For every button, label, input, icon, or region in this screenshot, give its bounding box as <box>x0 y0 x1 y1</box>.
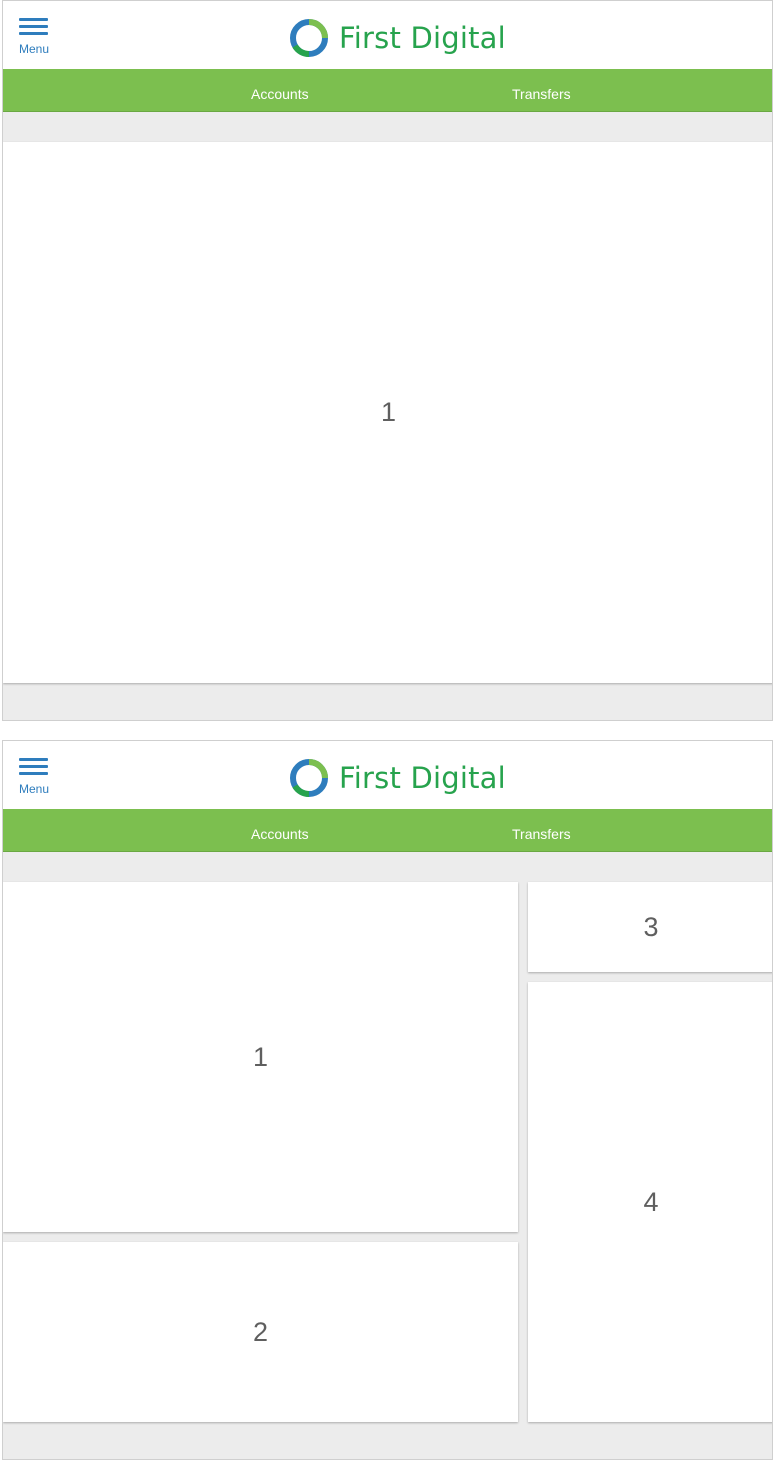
tile-1[interactable]: 1 <box>3 142 772 683</box>
screen-single-tile-layout: Menu First Digital Accounts Transfers 1 <box>2 0 773 721</box>
menu-button[interactable]: Menu <box>19 758 55 798</box>
tile-label: 1 <box>252 1041 269 1072</box>
tile-label: 2 <box>252 1316 269 1347</box>
brand-logo[interactable]: First Digital <box>288 757 506 799</box>
tile-3[interactable]: 3 <box>528 882 772 972</box>
hamburger-icon <box>19 758 48 761</box>
app-header: Menu First Digital <box>3 1 772 69</box>
main-nav: Accounts Transfers <box>3 809 772 852</box>
menu-label: Menu <box>19 42 50 56</box>
tile-1[interactable]: 1 <box>3 882 518 1232</box>
nav-accounts[interactable]: Accounts <box>251 69 309 112</box>
nav-transfers[interactable]: Transfers <box>512 809 571 852</box>
tile-4[interactable]: 4 <box>528 982 772 1422</box>
tile-label: 1 <box>380 397 397 427</box>
hamburger-icon <box>19 18 48 21</box>
main-nav: Accounts Transfers <box>3 69 772 112</box>
menu-button[interactable]: Menu <box>19 18 55 58</box>
brand-logo[interactable]: First Digital <box>288 17 506 59</box>
screen-four-tile-layout: Menu First Digital Accounts Transfers 1 … <box>2 740 773 1460</box>
tile-2[interactable]: 2 <box>3 1242 518 1422</box>
nav-transfers[interactable]: Transfers <box>512 69 571 112</box>
brand-name: First Digital <box>339 21 506 55</box>
ring-logo-icon <box>290 19 328 58</box>
tile-label: 4 <box>643 1186 659 1217</box>
ring-logo-icon <box>290 759 328 798</box>
brand-name: First Digital <box>339 761 506 795</box>
menu-label: Menu <box>19 782 50 796</box>
tile-label: 3 <box>643 911 659 942</box>
app-header: Menu First Digital <box>3 741 772 809</box>
nav-accounts[interactable]: Accounts <box>251 809 309 852</box>
